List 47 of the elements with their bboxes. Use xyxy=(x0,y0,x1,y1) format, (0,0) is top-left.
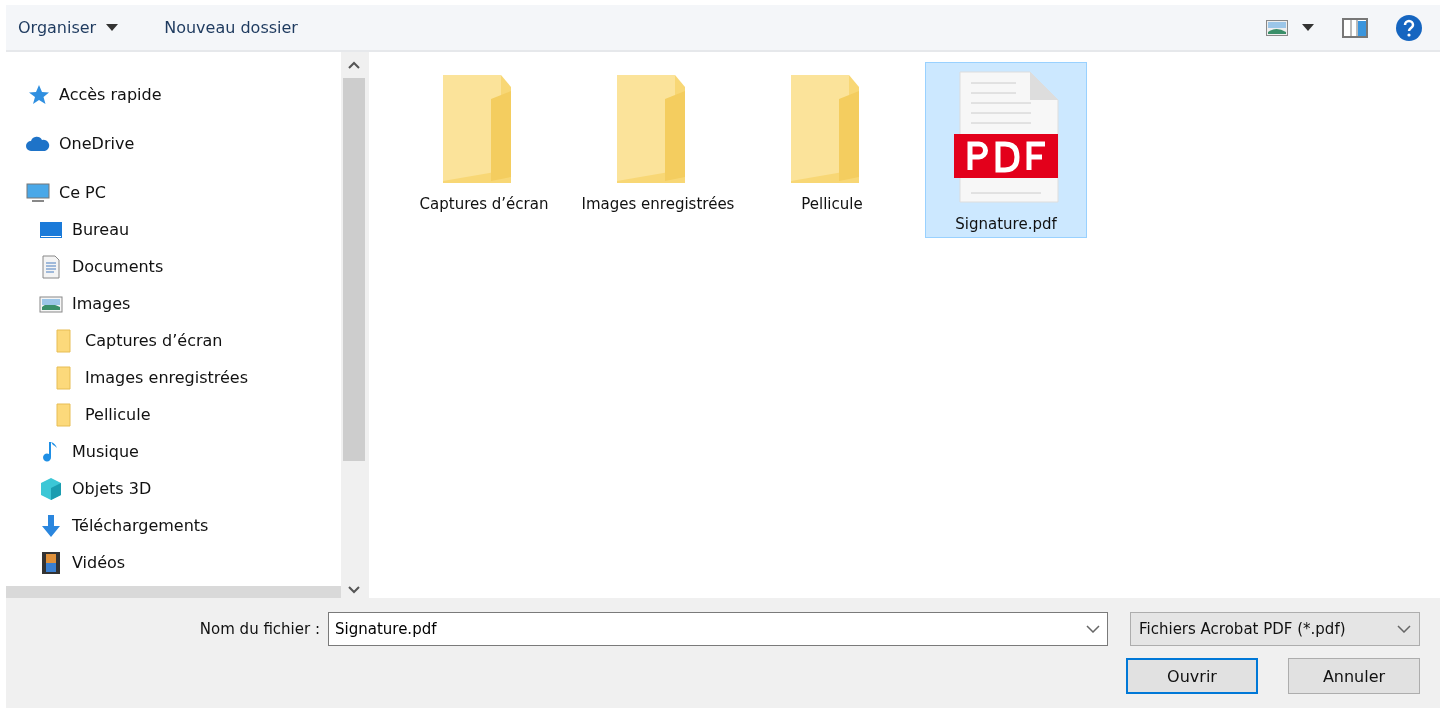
document-icon xyxy=(39,254,63,279)
help-icon xyxy=(1396,14,1422,41)
nav-item[interactable]: Accès rapide xyxy=(59,85,162,104)
file-item[interactable]: Signature.pdf xyxy=(925,62,1087,238)
filename-label: Nom du fichier : xyxy=(199,620,320,638)
pdf-file-icon xyxy=(953,71,1059,203)
nav-item[interactable]: OneDrive xyxy=(59,134,135,153)
file-type-dropdown[interactable]: Fichiers Acrobat PDF (*.pdf) xyxy=(1130,612,1420,646)
scrollbar[interactable] xyxy=(341,52,366,598)
preview-pane-button[interactable] xyxy=(1340,15,1370,40)
file-name: Signature.pdf xyxy=(955,214,1057,235)
cube-icon xyxy=(39,476,63,501)
pane-icon xyxy=(1342,17,1368,38)
chevron-down-icon[interactable] xyxy=(1397,625,1411,633)
chevron-down-icon[interactable] xyxy=(1086,625,1100,633)
open-button[interactable]: Ouvrir xyxy=(1126,658,1258,694)
image-icon xyxy=(1266,19,1288,36)
nav-item[interactable]: Téléchargements xyxy=(72,516,209,535)
file-item[interactable]: Images enregistrées xyxy=(577,62,739,238)
monitor-icon xyxy=(26,180,50,205)
nav-item[interactable]: Documents xyxy=(72,257,164,276)
filename-field[interactable]: Signature.pdf xyxy=(328,612,1108,646)
view-options-button[interactable] xyxy=(1264,17,1316,38)
help-button[interactable] xyxy=(1394,12,1424,43)
caret-icon xyxy=(106,24,119,31)
new-folder-button[interactable]: Nouveau dossier xyxy=(164,14,298,41)
file-item[interactable]: Pellicule xyxy=(751,62,913,238)
nav-item[interactable]: Images xyxy=(72,294,131,313)
nav-item[interactable]: Captures d’écran xyxy=(85,331,223,350)
cancel-button[interactable]: Annuler xyxy=(1288,658,1420,694)
file-name: Images enregistrées xyxy=(581,194,735,215)
scroll-up-icon xyxy=(347,61,360,69)
film-icon xyxy=(39,550,63,575)
nav-item[interactable]: Objets 3D xyxy=(72,479,152,498)
nav-item[interactable]: Bureau xyxy=(72,220,130,239)
nav-item[interactable]: Musique xyxy=(72,442,139,461)
file-name: Captures d’écran xyxy=(419,194,549,215)
organize-menu[interactable]: Organiser xyxy=(18,14,119,41)
nav-item[interactable]: Vidéos xyxy=(72,553,126,572)
caret-icon xyxy=(1302,24,1314,31)
nav-item[interactable]: Images enregistrées xyxy=(85,368,249,387)
file-name: Pellicule xyxy=(801,194,863,215)
file-item[interactable]: Captures d’écran xyxy=(403,62,565,238)
download-arrow-icon xyxy=(39,513,63,538)
nav-item[interactable]: Pellicule xyxy=(85,405,151,424)
nav-item[interactable]: Ce PC xyxy=(59,183,106,202)
scroll-down-icon xyxy=(347,586,360,594)
